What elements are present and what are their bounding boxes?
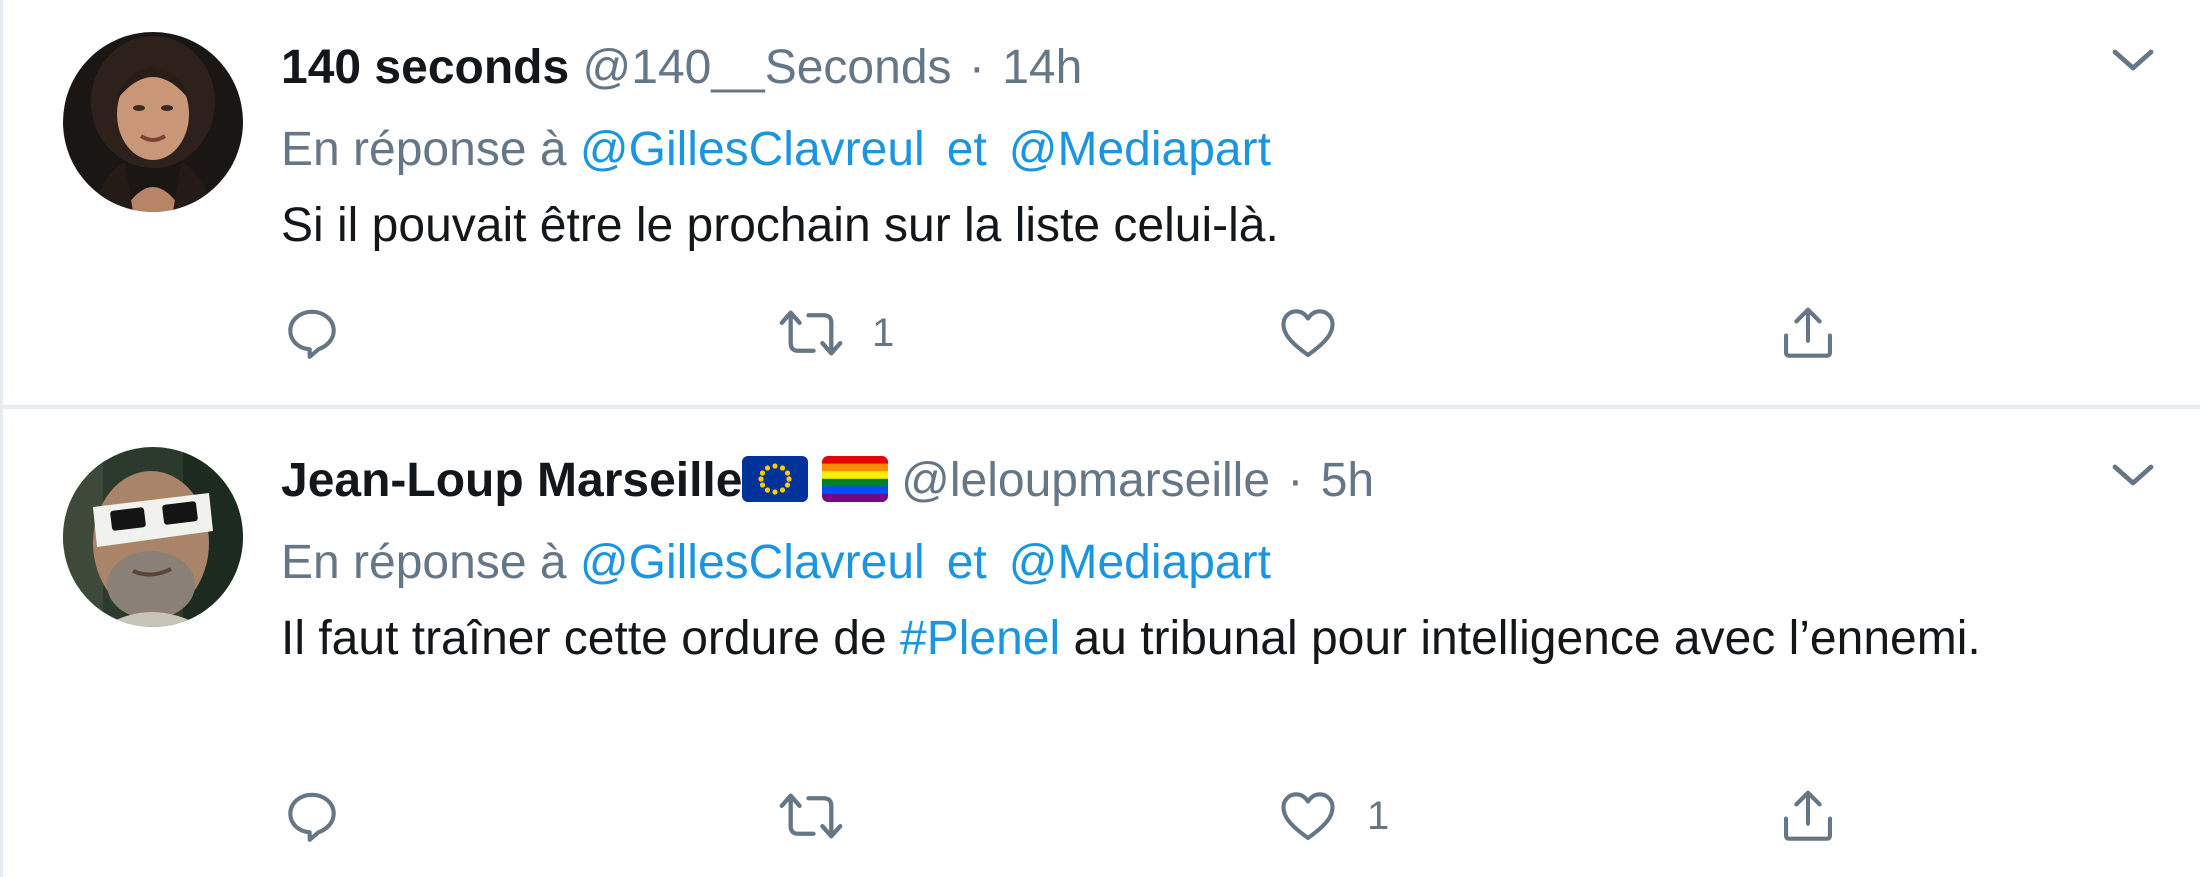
retweet-count: 1 [872, 310, 895, 355]
separator-dot: · [1287, 454, 1304, 507]
tweet-text: Si il pouvait être le prochain sur la li… [281, 199, 1279, 252]
like-button[interactable]: 1 [1277, 781, 1389, 851]
separator-dot: · [968, 41, 985, 94]
hashtag-link[interactable]: #Plenel [900, 612, 1060, 665]
like-icon [1281, 792, 1335, 841]
display-name[interactable]: Jean-Loup Marseille [281, 454, 742, 507]
eu-flag [742, 456, 809, 502]
reply-conjunction: et [946, 536, 987, 589]
like-count: 1 [1367, 793, 1390, 838]
share-icon [1783, 307, 1833, 358]
tweet-header: 140 seconds @140__Seconds · 14h [281, 38, 1082, 98]
mention-link[interactable]: @GillesClavreul [580, 123, 925, 176]
tweet-header: Jean-Loup Marseille @leloupmarseille · 5… [281, 451, 1374, 511]
share-icon [1783, 790, 1833, 841]
avatar[interactable] [63, 447, 243, 627]
share-button[interactable] [1777, 781, 1839, 851]
reply-button[interactable] [281, 298, 371, 368]
reply-context: En réponse à @GillesClavreul et @Mediapart [281, 533, 1271, 593]
rainbow-flag [821, 456, 888, 502]
share-button[interactable] [1777, 298, 1839, 368]
retweet-button[interactable]: 1 [778, 298, 894, 368]
tweet-text-start: Il faut traîner cette ordure de [281, 612, 901, 665]
chevron-down-icon [2112, 464, 2154, 486]
mention-link[interactable]: @Mediapart [1009, 536, 1271, 589]
retweet-button[interactable] [778, 781, 872, 851]
timestamp[interactable]: 5h [1321, 454, 1374, 507]
avatar[interactable] [63, 32, 243, 212]
reply-icon [288, 309, 336, 359]
mention-link[interactable]: @GillesClavreul [580, 536, 925, 589]
user-handle[interactable]: @140__Seconds [583, 41, 952, 94]
like-button[interactable] [1277, 298, 1367, 368]
user-handle[interactable]: @leloupmarseille [901, 454, 1270, 507]
tweet-actions: 1 [281, 781, 1921, 851]
timestamp[interactable]: 14h [1002, 41, 1082, 94]
display-name[interactable]: 140 seconds [281, 41, 569, 94]
woman-portrait-avatar [63, 32, 243, 212]
like-icon [1281, 309, 1335, 358]
tweet-actions: 1 [281, 298, 1921, 368]
man-with-eclipse-glasses-avatar [63, 447, 243, 627]
reply-prefix: En réponse à [281, 123, 567, 176]
reply-context: En réponse à @GillesClavreul et @Mediapart [281, 120, 1271, 180]
tweet-text: Il faut traîner cette ordure de #Plenel … [281, 604, 2161, 674]
mention-link[interactable]: @Mediapart [1009, 123, 1271, 176]
chevron-down-icon [2112, 49, 2154, 71]
reply-conjunction: et [946, 123, 987, 176]
reply-prefix: En réponse à [281, 536, 567, 589]
tweet-text-end: au tribunal pour intelligence avec l’enn… [1060, 612, 1981, 665]
reply-button[interactable] [281, 781, 371, 851]
retweet-icon [779, 793, 843, 839]
tweet-menu-button[interactable] [2103, 457, 2163, 497]
reply-icon [288, 792, 336, 842]
tweet-menu-button[interactable] [2103, 42, 2163, 82]
tweet[interactable]: 140 seconds @140__Seconds · 14h En répon… [3, 0, 2200, 405]
tweet[interactable]: Jean-Loup Marseille @leloupmarseille · 5… [3, 409, 2200, 877]
retweet-icon [779, 310, 843, 356]
